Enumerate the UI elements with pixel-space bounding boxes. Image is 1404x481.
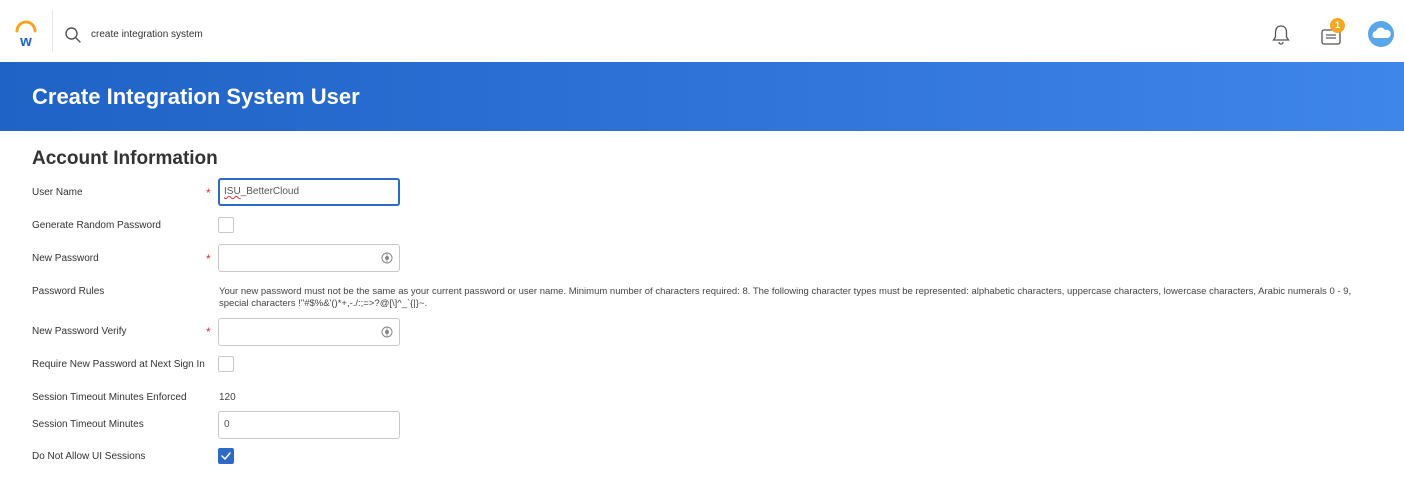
required-marker: * (206, 252, 211, 266)
workday-logo-icon[interactable]: w (12, 20, 40, 48)
page-header-banner: Create Integration System User (0, 62, 1404, 131)
do-not-allow-ui-sessions-checkbox[interactable] (218, 448, 234, 464)
require-new-password-checkbox[interactable] (218, 356, 234, 372)
user-name-input[interactable]: ISU_BetterCloud (218, 178, 400, 206)
topbar-divider (52, 10, 53, 52)
svg-text:w: w (19, 33, 32, 48)
required-marker: * (206, 325, 211, 339)
session-timeout-minutes-label: Session Timeout Minutes (32, 419, 144, 430)
search-input[interactable]: create integration system (91, 29, 203, 40)
notification-badge: 1 (1330, 18, 1345, 33)
new-password-input[interactable] (218, 244, 400, 272)
new-password-verify-label: New Password Verify (32, 326, 127, 337)
bell-icon[interactable] (1272, 24, 1290, 46)
top-bar: w create integration system 1 (0, 0, 1404, 62)
reveal-password-icon[interactable] (381, 326, 393, 338)
new-password-verify-input[interactable] (218, 318, 400, 346)
new-password-label: New Password (32, 253, 99, 264)
session-timeout-enforced-label: Session Timeout Minutes Enforced (32, 392, 187, 403)
user-name-label: User Name (32, 187, 83, 198)
do-not-allow-ui-sessions-label: Do Not Allow UI Sessions (32, 451, 146, 462)
password-rules-label: Password Rules (32, 286, 105, 297)
generate-random-password-label: Generate Random Password (32, 220, 161, 231)
require-new-password-label: Require New Password at Next Sign In (32, 359, 205, 370)
search-icon[interactable] (64, 26, 82, 44)
cloud-icon (1372, 27, 1391, 38)
required-marker: * (206, 186, 211, 200)
generate-random-password-checkbox[interactable] (218, 217, 234, 233)
checkmark-icon (221, 452, 231, 460)
page-title: Create Integration System User (32, 84, 360, 109)
session-timeout-minutes-input[interactable]: 0 (218, 411, 400, 439)
password-rules-text: Your new password must not be the same a… (219, 286, 1352, 309)
section-title: Account Information (32, 148, 218, 169)
user-name-value-prefix: ISU (224, 186, 241, 197)
reveal-password-icon[interactable] (381, 252, 393, 264)
session-timeout-minutes-value: 0 (224, 419, 230, 430)
user-name-value-suffix: _BetterCloud (240, 186, 300, 197)
session-timeout-enforced-value: 120 (219, 392, 236, 403)
avatar[interactable] (1368, 21, 1394, 47)
